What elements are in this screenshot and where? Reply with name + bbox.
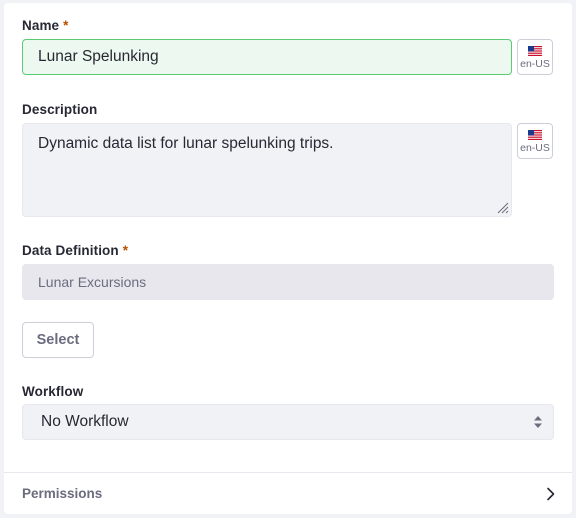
workflow-select[interactable]: No Workflow — [22, 404, 554, 440]
required-mark: * — [122, 243, 129, 258]
us-flag-icon — [528, 130, 542, 140]
description-language-code: en-US — [520, 142, 550, 154]
description-language-button[interactable]: en-US — [517, 123, 553, 159]
name-input-value: Lunar Spelunking — [38, 48, 159, 65]
data-definition-field: Lunar Excursions — [22, 264, 554, 300]
name-label-text: Name — [22, 18, 60, 33]
name-language-button[interactable]: en-US — [517, 39, 553, 75]
data-definition-label-text: Data Definition — [22, 243, 119, 258]
permissions-panel-toggle[interactable]: Permissions — [4, 473, 572, 514]
workflow-selected-value: No Workflow — [41, 413, 129, 430]
name-language-code: en-US — [520, 58, 550, 70]
description-textarea[interactable]: Dynamic data list for lunar spelunking t… — [22, 123, 512, 217]
required-mark: * — [63, 18, 69, 33]
form-card: Name * Lunar Spelunking en-US Description… — [4, 3, 572, 514]
name-label: Name * — [22, 18, 69, 33]
permissions-label: Permissions — [22, 486, 103, 501]
chevron-right-icon — [547, 487, 555, 501]
data-definition-label: Data Definition * — [22, 243, 128, 258]
select-button[interactable]: Select — [22, 322, 94, 358]
workflow-label-text: Workflow — [22, 384, 84, 399]
us-flag-icon — [528, 46, 542, 56]
sort-arrows-icon — [534, 416, 542, 428]
description-label-text: Description — [22, 102, 98, 117]
description-label: Description — [22, 102, 97, 117]
name-input[interactable]: Lunar Spelunking — [22, 39, 512, 75]
description-value: Dynamic data list for lunar spelunking t… — [38, 135, 334, 152]
workflow-label: Workflow — [22, 384, 83, 399]
resize-grip-icon[interactable] — [497, 202, 509, 214]
data-definition-value: Lunar Excursions — [38, 274, 147, 290]
